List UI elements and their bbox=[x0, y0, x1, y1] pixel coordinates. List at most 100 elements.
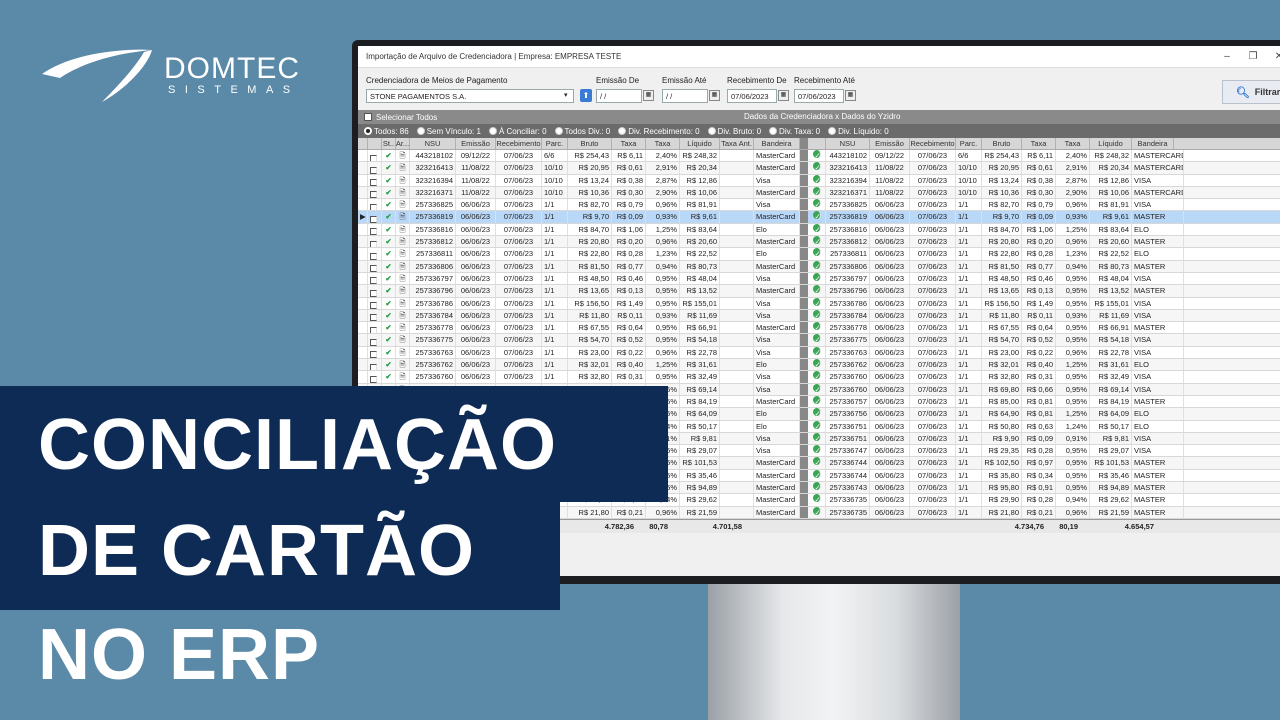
table-row[interactable]: ✔ 🗎 257336797 06/06/23 07/06/23 1/1 R$ 48,50 R$… bbox=[358, 272, 1280, 286]
table-row[interactable]: ✔ 🗎 257336812 06/06/23 07/06/23 1/1 R$ 20,80 R$… bbox=[358, 236, 1280, 249]
table-row[interactable]: ✔ 🗎 257336762 06/06/23 07/06/23 1/1 R$ 32,01 R$… bbox=[358, 359, 1280, 372]
radio-option[interactable]: Sem Vínculo: 1 bbox=[416, 127, 481, 136]
column-header[interactable]: Taxa Ant. bbox=[720, 138, 754, 149]
liquido-cell: R$ 80,73 bbox=[680, 260, 720, 272]
recebimento-de-input[interactable]: 07/06/2023 bbox=[727, 89, 777, 103]
table-row[interactable]: ✔ 🗎 257336796 06/06/23 07/06/23 1/1 R$ 13,65 R$… bbox=[358, 285, 1280, 298]
select-all-label[interactable]: Selecionar Todos bbox=[376, 113, 437, 122]
row-checkbox[interactable] bbox=[368, 297, 382, 309]
table-row[interactable]: ▶ ✔ 🗎 257336819 06/06/23 07/06/23 1/1 R$ 9,70 R$… bbox=[358, 211, 1280, 224]
table-row[interactable]: ✔ 🗎 257336816 06/06/23 07/06/23 1/1 R$ 84,70 R$… bbox=[358, 223, 1280, 237]
emissao-ate-input[interactable]: / / bbox=[662, 89, 708, 103]
column-header[interactable]: Líquido bbox=[1090, 138, 1132, 149]
table-row[interactable]: ✔ 🗎 257336784 06/06/23 07/06/23 1/1 R$ 11,80 R$… bbox=[358, 309, 1280, 323]
chevron-down-icon[interactable]: ▾ bbox=[564, 91, 568, 99]
row-checkbox[interactable] bbox=[368, 346, 382, 359]
column-header[interactable]: Bandeira bbox=[1132, 138, 1174, 149]
row-checkbox[interactable] bbox=[368, 236, 382, 248]
radio-option[interactable]: Todos Div.: 0 bbox=[554, 127, 610, 136]
parcela-cell: 1/1 bbox=[956, 494, 982, 506]
row-checkbox[interactable] bbox=[368, 322, 382, 334]
table-row[interactable]: ✔ 🗎 257336778 06/06/23 07/06/23 1/1 R$ 67,55 R$… bbox=[358, 322, 1280, 335]
column-header[interactable]: NSU bbox=[410, 138, 456, 149]
bandeira-cell: VISA bbox=[1132, 371, 1184, 383]
credenciadora-select[interactable]: STONE PAGAMENTOS S.A. bbox=[366, 89, 574, 103]
table-row[interactable]: ✔ 🗎 323216413 11/08/22 07/06/23 10/10 R$ 20,95… bbox=[358, 162, 1280, 175]
radio-option[interactable]: Div. Líquido: 0 bbox=[828, 127, 889, 136]
column-header[interactable]: Ar... bbox=[396, 138, 410, 149]
recebimento-ate-input[interactable]: 07/06/2023 bbox=[794, 89, 844, 103]
row-checkbox[interactable] bbox=[368, 248, 382, 260]
table-row[interactable]: ✔ 🗎 443218102 09/12/22 07/06/23 6/6 R$ 254,43 R… bbox=[358, 150, 1280, 163]
row-checkbox[interactable] bbox=[368, 334, 382, 346]
table-row[interactable]: ✔ 🗎 257336763 06/06/23 07/06/23 1/1 R$ 23,00 R$… bbox=[358, 346, 1280, 360]
grid-separator[interactable] bbox=[800, 138, 808, 149]
radio-option[interactable]: Div. Bruto: 0 bbox=[707, 127, 761, 136]
radio-option[interactable]: Todos: 86 bbox=[364, 127, 409, 136]
emissao-ate-label: Emissão Até bbox=[662, 76, 707, 85]
table-row[interactable]: ✔ 🗎 257336806 06/06/23 07/06/23 1/1 R$ 81,50 R$… bbox=[358, 260, 1280, 273]
recebimento-cell: 07/06/23 bbox=[496, 371, 542, 383]
nsu-cell: 257336775 bbox=[826, 334, 870, 346]
table-row[interactable]: ✔ 🗎 257336811 06/06/23 07/06/23 1/1 R$ 22,80 R$… bbox=[358, 248, 1280, 261]
column-header[interactable]: Líquido bbox=[680, 138, 720, 149]
row-checkbox[interactable] bbox=[368, 260, 382, 272]
row-checkbox[interactable] bbox=[368, 272, 382, 285]
row-checkbox[interactable] bbox=[368, 223, 382, 236]
row-checkbox[interactable] bbox=[368, 359, 382, 371]
radio-option[interactable]: Div. Recebimento: 0 bbox=[618, 127, 700, 136]
row-checkbox[interactable] bbox=[368, 211, 382, 223]
row-checkbox[interactable] bbox=[368, 309, 382, 322]
grid-separator bbox=[800, 408, 808, 420]
column-header[interactable]: Emissão bbox=[456, 138, 496, 149]
table-row[interactable]: ✔ 🗎 257336760 06/06/23 07/06/23 1/1 R$ 32,80 R$… bbox=[358, 371, 1280, 384]
grid-separator bbox=[800, 482, 808, 494]
row-checkbox[interactable] bbox=[368, 199, 382, 211]
row-checkbox[interactable] bbox=[368, 162, 382, 174]
column-header[interactable]: Bruto bbox=[982, 138, 1022, 149]
calendar-icon[interactable]: ▦ bbox=[845, 90, 856, 101]
table-row[interactable]: ✔ 🗎 323216371 11/08/22 07/06/23 10/10 R$ 10,36… bbox=[358, 186, 1280, 200]
minimize-button[interactable]: – bbox=[1214, 51, 1240, 62]
column-header[interactable]: Emissão bbox=[870, 138, 910, 149]
table-row[interactable]: ✔ 🗎 257336786 06/06/23 07/06/23 1/1 R$ 156,50 R… bbox=[358, 297, 1280, 310]
filter-panel: Credenciadora de Meios de Pagamento STON… bbox=[358, 68, 1280, 108]
close-button[interactable]: ✕ bbox=[1266, 51, 1280, 62]
column-header[interactable]: Recebimento bbox=[496, 138, 542, 149]
column-header[interactable]: Taxa bbox=[612, 138, 646, 149]
column-header[interactable]: Recebimento bbox=[910, 138, 956, 149]
column-header[interactable]: Parc. bbox=[956, 138, 982, 149]
filter-button[interactable]: 🔍︎ Filtrar bbox=[1222, 80, 1280, 104]
nsu-cell: 257336743 bbox=[826, 482, 870, 494]
column-header[interactable]: Taxa bbox=[646, 138, 680, 149]
column-header[interactable]: Taxa bbox=[1056, 138, 1090, 149]
liquido-cell: R$ 22,78 bbox=[1090, 346, 1132, 359]
column-header[interactable]: Taxa bbox=[1022, 138, 1056, 149]
row-checkbox[interactable] bbox=[368, 174, 382, 186]
table-row[interactable]: ✔ 🗎 257336825 06/06/23 07/06/23 1/1 R$ 82,70 R$… bbox=[358, 199, 1280, 212]
row-indicator-header[interactable] bbox=[358, 138, 368, 149]
column-header[interactable]: Bruto bbox=[568, 138, 612, 149]
column-header[interactable]: NSU bbox=[826, 138, 870, 149]
row-checkbox[interactable] bbox=[368, 150, 382, 162]
checkbox-icon bbox=[370, 338, 377, 346]
calendar-icon[interactable]: ▦ bbox=[778, 90, 789, 101]
maximize-button[interactable]: ❐ bbox=[1240, 51, 1266, 62]
row-checkbox[interactable] bbox=[368, 371, 382, 383]
user-search-icon[interactable]: ⬆ bbox=[580, 89, 592, 102]
row-checkbox[interactable] bbox=[368, 186, 382, 199]
checkbox-header[interactable] bbox=[368, 138, 382, 149]
calendar-icon[interactable]: ▦ bbox=[709, 90, 720, 101]
status-header[interactable] bbox=[808, 138, 826, 149]
select-all-checkbox[interactable] bbox=[364, 113, 372, 121]
emissao-de-input[interactable]: / / bbox=[596, 89, 642, 103]
table-row[interactable]: ✔ 🗎 323216394 11/08/22 07/06/23 10/10 R$ 13,24… bbox=[358, 174, 1280, 187]
radio-option[interactable]: Div. Taxa: 0 bbox=[769, 127, 820, 136]
table-row[interactable]: ✔ 🗎 257336775 06/06/23 07/06/23 1/1 R$ 54,70 R$… bbox=[358, 334, 1280, 347]
column-header[interactable]: Parc. bbox=[542, 138, 568, 149]
radio-option[interactable]: À Conciliar: 0 bbox=[488, 127, 547, 136]
column-header[interactable]: St.. bbox=[382, 138, 396, 149]
row-checkbox[interactable] bbox=[368, 285, 382, 297]
calendar-icon[interactable]: ▦ bbox=[643, 90, 654, 101]
column-header[interactable]: Bandeira bbox=[754, 138, 800, 149]
